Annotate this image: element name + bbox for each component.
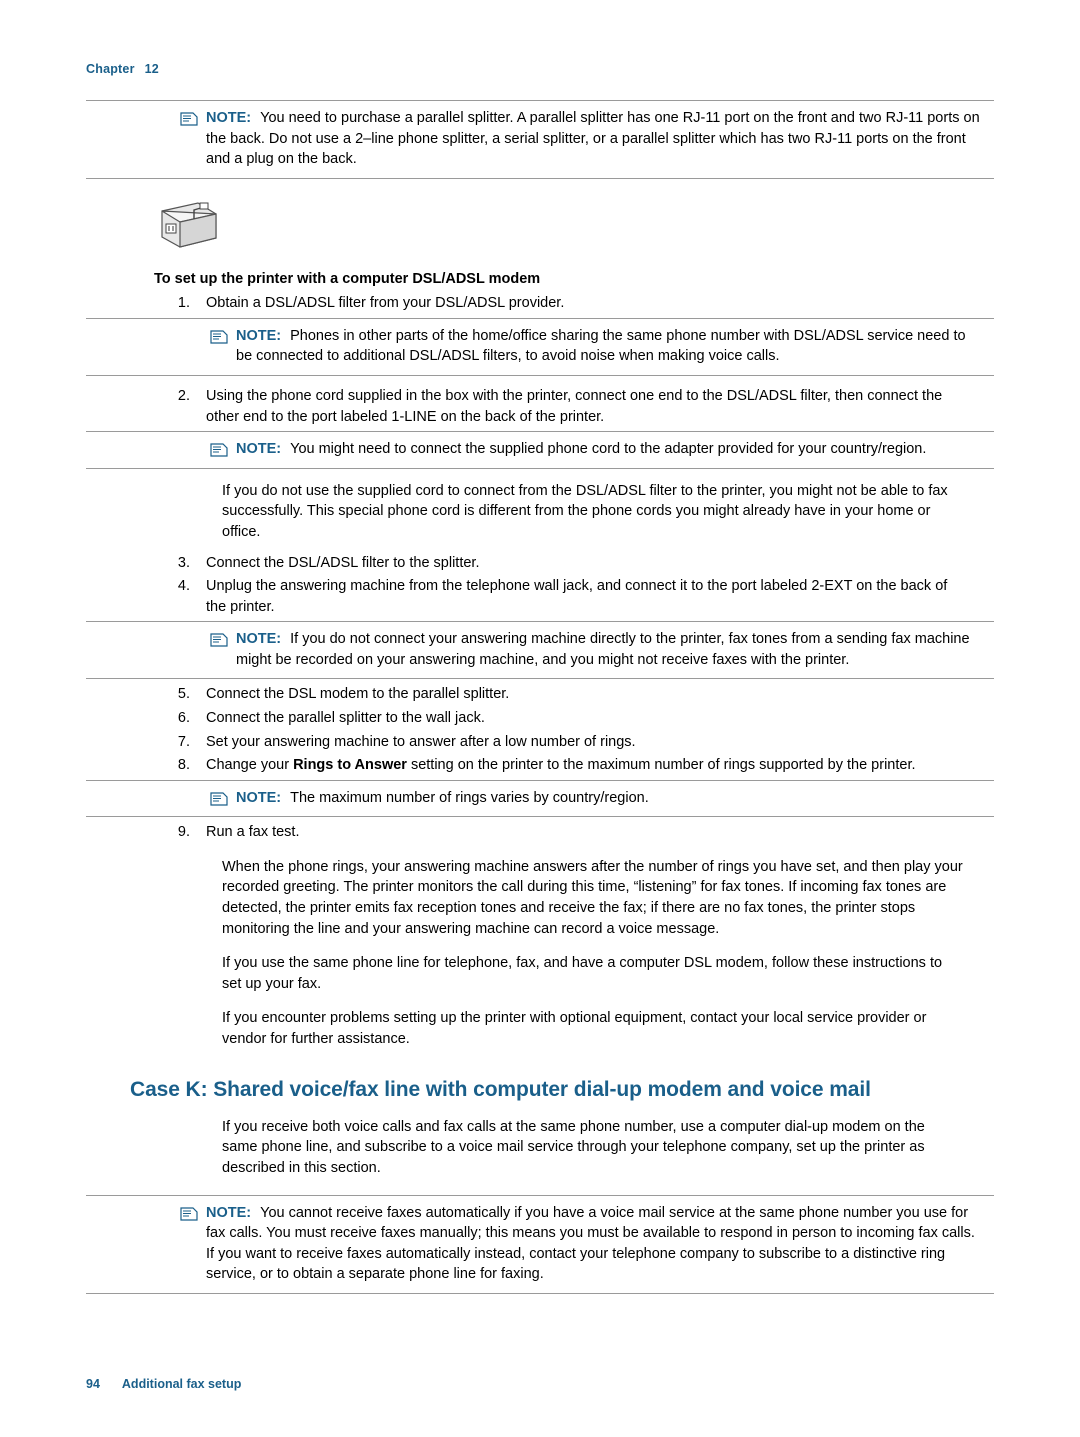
step-number: 6.	[177, 709, 190, 726]
step8-bold-term: Rings to Answer	[293, 757, 407, 774]
step-number: 1.	[177, 295, 190, 312]
note-block-6: NOTE: You cannot receive faxes automatica…	[86, 1194, 994, 1294]
step-text: Using the phone cord supplied in the box…	[206, 388, 943, 425]
step-text: Unplug the answering machine from the te…	[206, 578, 948, 615]
step-item: 2. Using the phone cord supplied in the …	[86, 386, 994, 427]
case-k-heading: Case K: Shared voice/fax line with compu…	[130, 1077, 871, 1101]
chapter-number: 12	[144, 62, 159, 76]
note-label: NOTE:	[236, 441, 282, 458]
step-item: 9. Run a fax test.	[86, 822, 994, 843]
step-text: Obtain a DSL/ADSL filter from your DSL/A…	[206, 295, 565, 312]
step-text: Change your Rings to Answer setting on t…	[206, 757, 916, 774]
printer-splitter-illustration	[154, 197, 222, 255]
note-text: You need to purchase a parallel splitter…	[206, 110, 980, 168]
page-footer: 94 Additional fax setup	[86, 1377, 241, 1391]
chapter-header: Chapter 12	[86, 62, 159, 76]
note-icon	[210, 329, 228, 344]
note-icon	[180, 111, 198, 126]
step-number: 4.	[177, 578, 190, 595]
step-item: 4. Unplug the answering machine from the…	[86, 576, 994, 617]
note-label: NOTE:	[206, 110, 252, 126]
step-text: Connect the parallel splitter to the wal…	[206, 709, 485, 726]
case-k-intro: If you receive both voice calls and fax …	[222, 1118, 925, 1176]
step-item: 6. Connect the parallel splitter to the …	[86, 708, 994, 729]
note-label: NOTE:	[206, 1204, 252, 1221]
step-item: 1. Obtain a DSL/ADSL filter from your DS…	[86, 293, 994, 314]
note-block-1: NOTE: You need to purchase a parallel spl…	[86, 100, 994, 179]
step-number: 9.	[177, 824, 190, 841]
note-label: NOTE:	[236, 631, 282, 648]
note-block-3: NOTE: You might need to connect the suppl…	[86, 431, 994, 469]
note-label: NOTE:	[236, 789, 282, 806]
footer-label: Additional fax setup	[121, 1377, 242, 1391]
step-item: 3. Connect the DSL/ADSL filter to the sp…	[86, 553, 994, 574]
note-icon	[210, 632, 228, 647]
note-text: You might need to connect the supplied p…	[290, 441, 927, 458]
step-item: 7. Set your answering machine to answer …	[86, 732, 994, 753]
note-text: If you do not connect your answering mac…	[236, 631, 970, 668]
paragraph-problems: If you encounter problems setting up the…	[222, 1010, 927, 1047]
note-icon	[180, 1206, 198, 1221]
step-item: 5. Connect the DSL modem to the parallel…	[86, 684, 994, 705]
step-number: 3.	[177, 554, 190, 571]
steps-list: 1. Obtain a DSL/ADSL filter from your DS…	[86, 293, 994, 843]
step-text: Set your answering machine to answer aft…	[206, 733, 636, 750]
chapter-label: Chapter	[86, 62, 135, 76]
step-number: 2.	[177, 388, 190, 405]
note-text: The maximum number of rings varies by co…	[290, 789, 649, 806]
page-content: NOTE: You need to purchase a parallel spl…	[86, 100, 994, 1294]
step-number: 8.	[177, 757, 190, 774]
note-block-5: NOTE: The maximum number of rings varies …	[86, 779, 994, 818]
note-icon	[210, 791, 228, 806]
step-text: Run a fax test.	[206, 824, 300, 841]
step-text: Connect the DSL/ADSL filter to the split…	[206, 554, 480, 571]
note-text: Phones in other parts of the home/office…	[236, 327, 966, 365]
step-number: 7.	[177, 733, 190, 750]
paragraph-answering-machine: When the phone rings, your answering mac…	[222, 858, 963, 937]
paragraph-same-line: If you use the same phone line for telep…	[222, 955, 943, 992]
step2-followup-paragraph: If you do not use the supplied cord to c…	[222, 482, 948, 540]
note-block-2: NOTE: Phones in other parts of the home/o…	[86, 317, 994, 377]
footer-page-number: 94	[86, 1377, 100, 1391]
note-block-4: NOTE: If you do not connect your answerin…	[86, 621, 994, 680]
document-page: Chapter 12 NOTE: You need to purchase a pa…	[0, 0, 1080, 1437]
note-label: NOTE:	[236, 327, 282, 344]
note-text: You cannot receive faxes automatically i…	[206, 1204, 975, 1283]
step-item: 8. Change your Rings to Answer setting o…	[86, 755, 994, 776]
procedure-title: To set up the printer with a computer DS…	[154, 270, 541, 287]
step-number: 5.	[177, 686, 190, 703]
step-text: Connect the DSL modem to the parallel sp…	[206, 686, 510, 703]
note-icon	[210, 442, 228, 457]
